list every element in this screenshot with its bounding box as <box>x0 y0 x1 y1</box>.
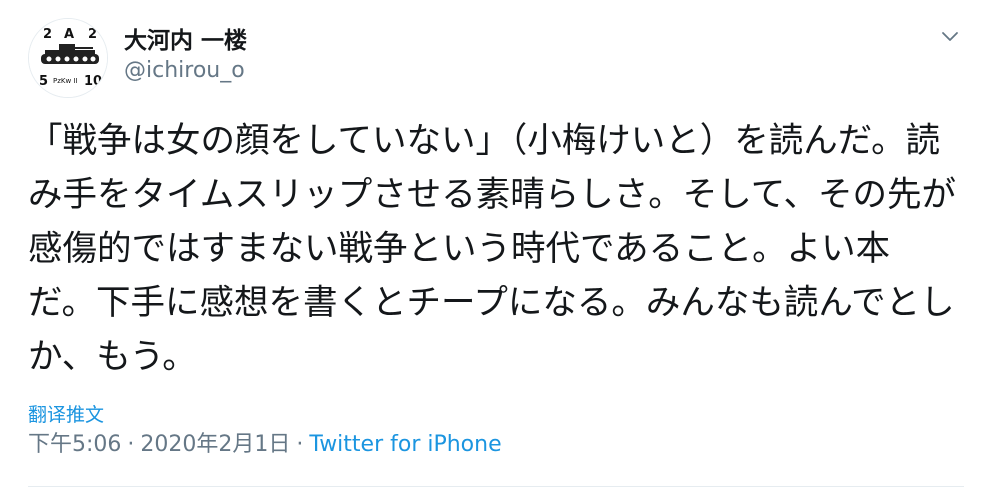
author-names: 大河内 一楼 @ichirou_o <box>124 26 247 86</box>
tweet-date[interactable]: 2020年2月1日 <box>140 432 290 457</box>
translate-tweet-link[interactable]: 翻译推文 <box>28 402 104 428</box>
tweet-menu-button[interactable] <box>938 24 962 48</box>
tweet-time[interactable]: 下午5:06 <box>28 432 121 457</box>
screen-name[interactable]: @ichirou_o <box>124 56 247 86</box>
tweet-header: 2 A 2 5 PzKw II 10 大河内 一楼 @ichirou_o <box>28 18 968 98</box>
meta-separator: · <box>296 432 304 457</box>
tweet-source-link[interactable]: Twitter for iPhone <box>309 432 501 457</box>
tweet-meta: 下午5:06 · 2020年2月1日 · Twitter for iPhone <box>28 430 502 460</box>
tweet-card: 2 A 2 5 PzKw II 10 大河内 一楼 @ichirou_o 「戦争… <box>0 0 989 499</box>
tank-avatar-icon: 2 A 2 5 PzKw II 10 <box>29 19 107 97</box>
avatar-label-top-left: 2 <box>43 27 52 42</box>
display-name[interactable]: 大河内 一楼 <box>124 26 247 56</box>
meta-separator: · <box>127 432 135 457</box>
avatar-label-bottom-left: 5 <box>39 74 48 89</box>
avatar-label-bottom-right: 10 <box>84 74 102 89</box>
avatar-label-top-right: 2 <box>88 27 97 42</box>
avatar-label-bottom-center: PzKw II <box>53 77 78 85</box>
tweet-text: 「戦争は女の顔をしていない」（小梅けいと）を読んだ。読み手をタイムスリップさせる… <box>28 121 957 377</box>
chevron-down-icon <box>942 32 958 41</box>
avatar-label-top-center: A <box>64 27 74 42</box>
avatar[interactable]: 2 A 2 5 PzKw II 10 <box>28 18 108 98</box>
divider <box>28 486 964 487</box>
